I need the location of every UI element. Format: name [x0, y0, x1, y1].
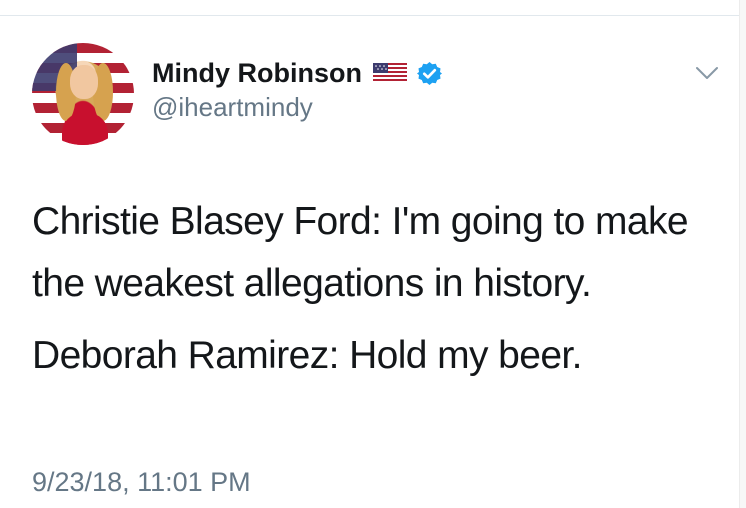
avatar[interactable]: [32, 43, 134, 145]
scrollbar[interactable]: [739, 0, 746, 508]
tweet-line-1: Christie Blasey Ford: I'm going to make …: [32, 200, 689, 305]
author-name-row: Mindy Robinson: [152, 57, 442, 89]
top-divider: [0, 15, 746, 16]
avatar-face: [70, 65, 98, 99]
us-flag-icon: [372, 63, 407, 83]
verified-badge-icon: [416, 61, 442, 86]
chevron-down-icon[interactable]: [696, 66, 718, 80]
tweet-line-2: Deborah Ramirez: Hold my beer.: [32, 334, 583, 377]
tweet-text: Christie Blasey Ford: I'm going to make …: [32, 191, 692, 387]
author-handle[interactable]: @iheartmindy: [152, 92, 313, 122]
tweet-timestamp[interactable]: 9/23/18, 11:01 PM: [32, 466, 251, 498]
author-display-name[interactable]: Mindy Robinson: [152, 57, 362, 89]
avatar-top: [62, 113, 108, 145]
